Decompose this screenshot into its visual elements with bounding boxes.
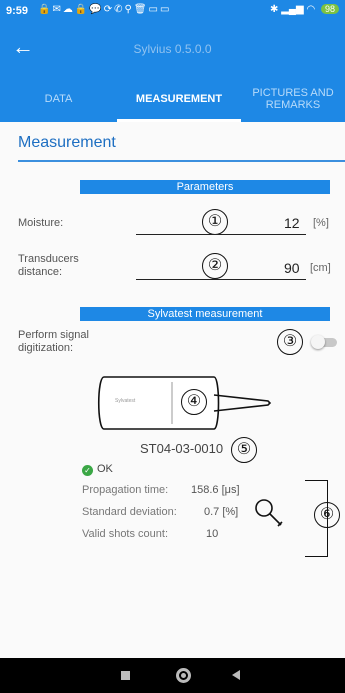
standard-deviation-label: Standard deviation: xyxy=(82,506,177,518)
status-text: OK xyxy=(97,463,113,475)
distance-input[interactable]: 90 xyxy=(284,260,300,276)
moisture-label: Moisture: xyxy=(18,217,64,229)
app-title: Sylvius 0.5.0.0 xyxy=(133,42,212,56)
wifi-icon: ◠ xyxy=(306,4,316,15)
tab-data[interactable]: DATA xyxy=(0,76,117,122)
valid-shots-label: Valid shots count: xyxy=(82,528,169,540)
check-icon: ✓ xyxy=(82,465,93,476)
distance-label: Transducers distance: xyxy=(18,253,79,278)
moisture-input[interactable]: 12 xyxy=(284,215,300,231)
standard-deviation-value: 0.7 [%] xyxy=(204,506,239,518)
status-ok: ✓ OK xyxy=(82,463,113,476)
page-title: Measurement xyxy=(18,134,116,151)
distance-field-underline xyxy=(136,279,306,280)
status-time: 9:59 xyxy=(6,5,29,17)
toggle-knob xyxy=(311,335,325,349)
status-bar: 9:59 🔒✉☁🔒💬⟳✆⚲🗑▭▭ ✱ ▂▄▆ ◠ 98 xyxy=(0,0,345,24)
callout-1: ① xyxy=(202,209,228,235)
tab-pictures-and-remarks[interactable]: PICTURES AND REMARKS xyxy=(241,76,345,122)
moisture-unit: [%] xyxy=(313,217,329,229)
back-nav-icon[interactable] xyxy=(232,670,240,680)
tab-bar: DATA MEASUREMENT PICTURES AND REMARKS xyxy=(0,76,345,122)
digitization-toggle[interactable] xyxy=(311,335,339,349)
system-icons: ✱ ▂▄▆ ◠ 98 xyxy=(270,4,339,15)
digitization-label: Perform signal digitization: xyxy=(18,329,89,354)
callout-4: ④ xyxy=(181,389,207,415)
moisture-field-underline xyxy=(136,234,306,235)
signal-icon: ▂▄▆ xyxy=(281,4,304,15)
home-icon[interactable] xyxy=(176,668,191,683)
app-bar: ← Sylvius 0.5.0.0 xyxy=(0,24,345,76)
callout-5: ⑤ xyxy=(231,437,257,463)
notification-icons: 🔒✉☁🔒💬⟳✆⚲🗑▭▭ xyxy=(38,4,172,15)
bluetooth-icon: ✱ xyxy=(270,4,279,15)
title-divider xyxy=(18,160,345,162)
distance-unit: [cm] xyxy=(310,262,331,274)
recents-icon[interactable] xyxy=(121,671,130,680)
probe-brand-label: Sylvatest xyxy=(115,398,136,404)
tab-measurement[interactable]: MEASUREMENT xyxy=(117,76,241,122)
sylvatest-header: Sylvatest measurement xyxy=(80,307,330,321)
callout-3: ③ xyxy=(277,329,303,355)
propagation-time-label: Propagation time: xyxy=(82,484,169,496)
tab-indicator xyxy=(117,119,241,122)
valid-shots-value: 10 xyxy=(206,528,219,540)
probe-serial: ST04-03-0010 xyxy=(140,441,224,456)
magnifier-icon[interactable] xyxy=(252,496,286,530)
parameters-header: Parameters xyxy=(80,180,330,194)
propagation-time-value: 158.6 [μs] xyxy=(191,484,240,496)
navigation-bar xyxy=(0,658,345,693)
battery-icon: 98 xyxy=(320,4,339,14)
callout-2: ② xyxy=(202,253,228,279)
callout-6: ⑥ xyxy=(314,502,340,528)
